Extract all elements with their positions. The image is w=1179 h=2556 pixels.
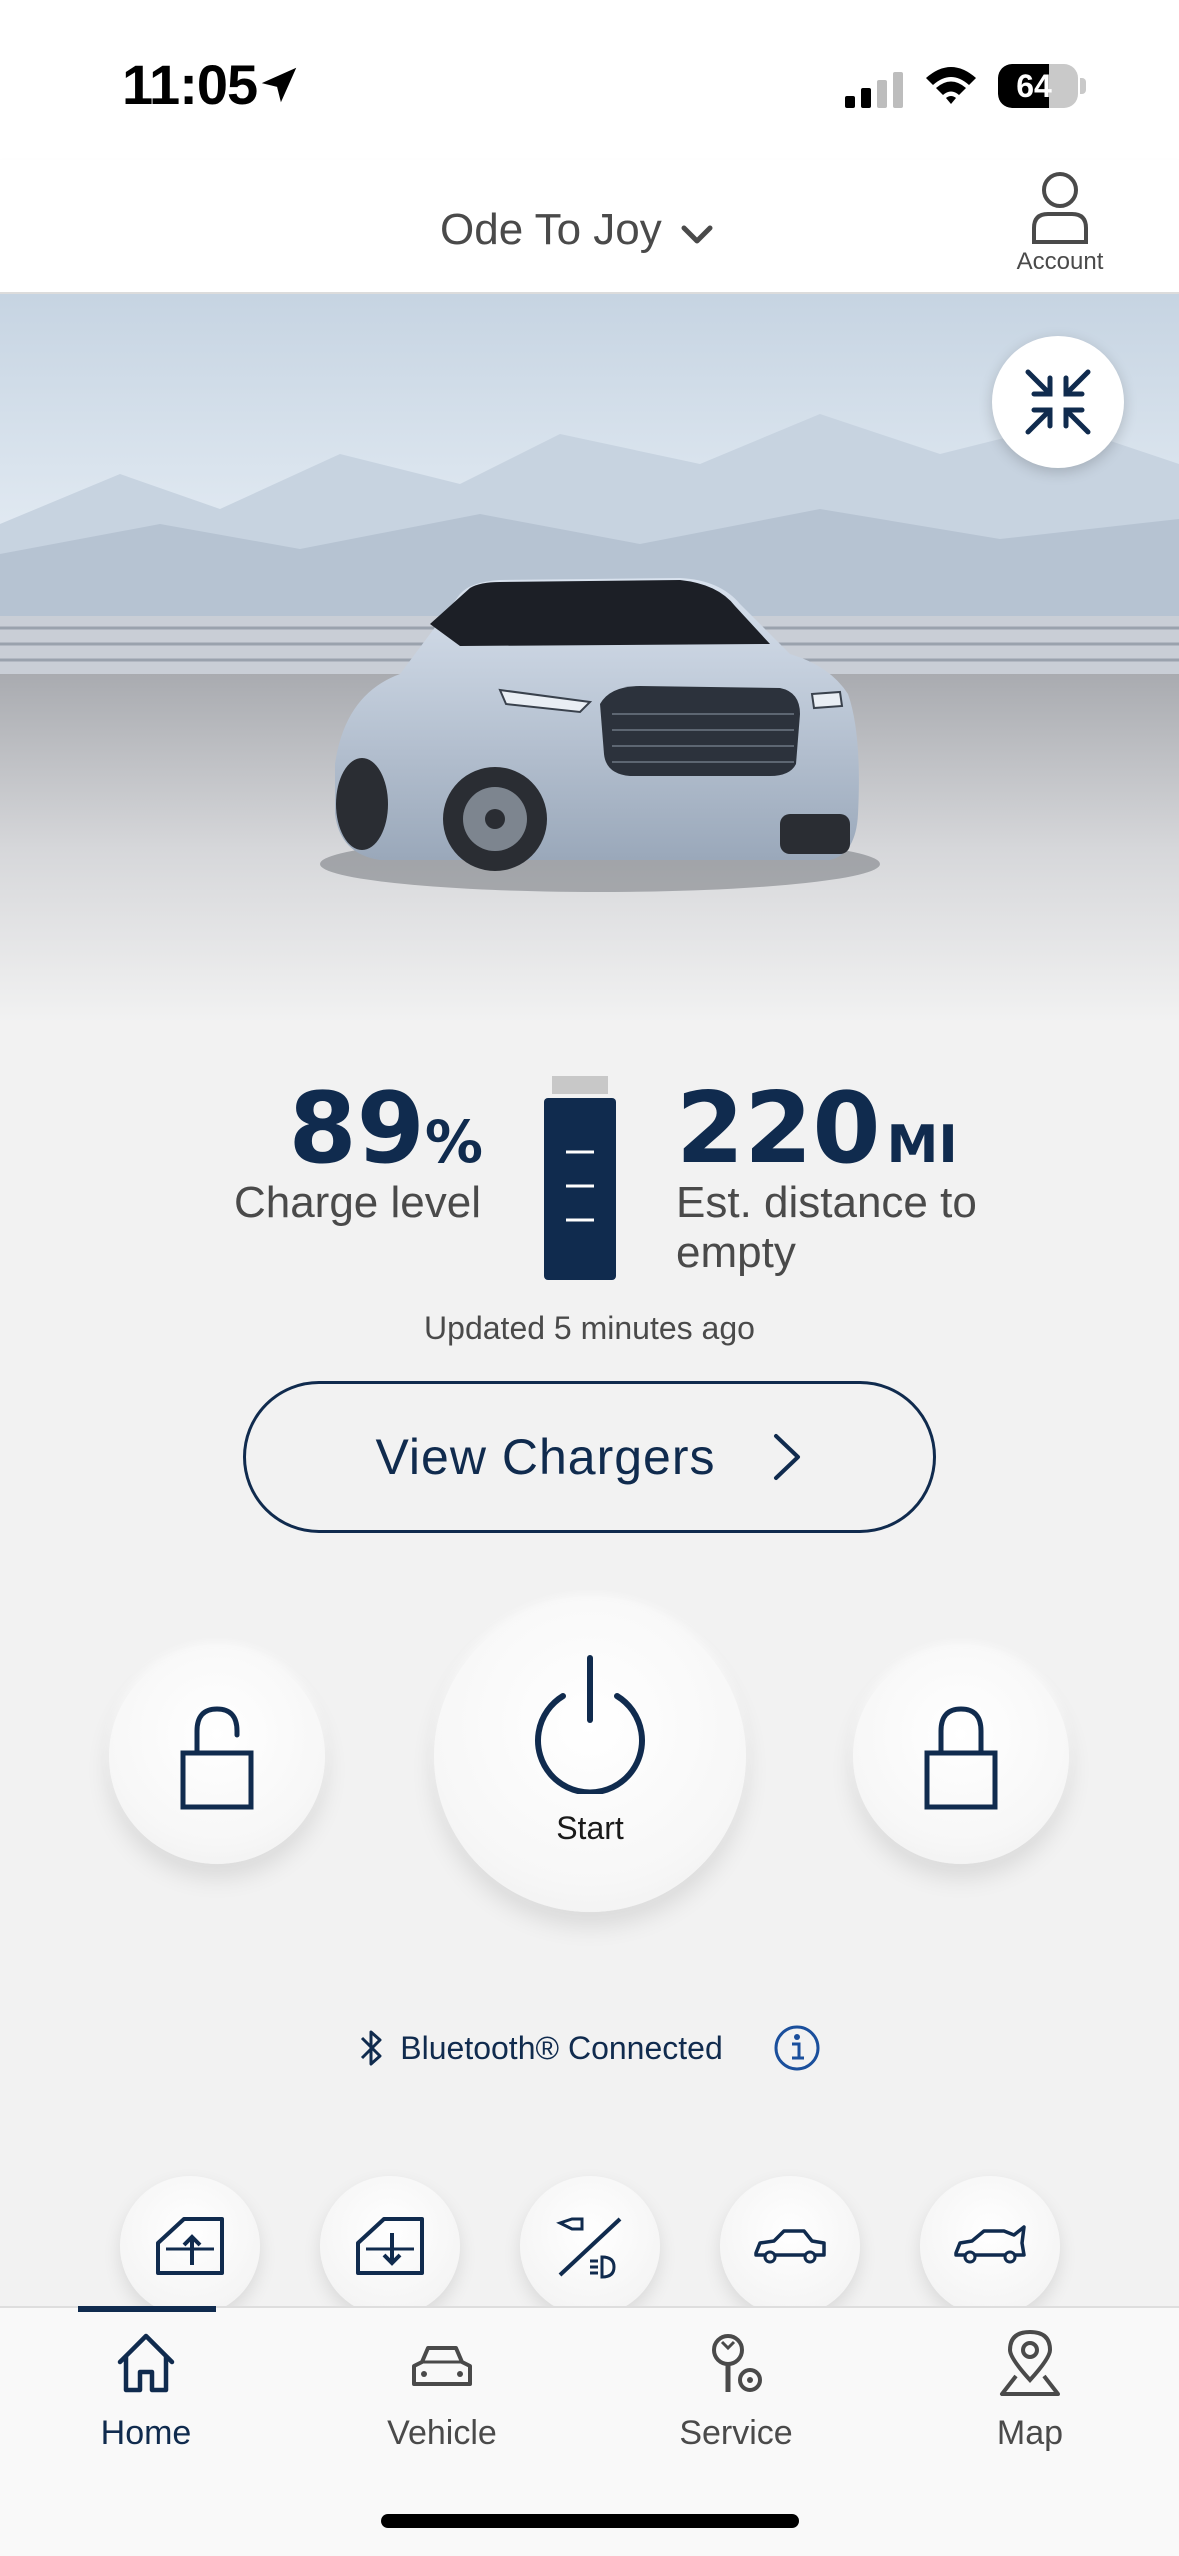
- window-up-icon: [156, 2217, 224, 2275]
- bluetooth-status-label: Bluetooth® Connected: [400, 2029, 723, 2066]
- lock-button[interactable]: [853, 1648, 1069, 1864]
- map-pin-icon: [1000, 2329, 1060, 2396]
- range-label: Est. distance to empty: [676, 1178, 977, 1277]
- service-icon: [712, 2334, 762, 2392]
- tab-map[interactable]: Map: [930, 2328, 1130, 2478]
- cellular-signal-icon: [845, 72, 903, 108]
- unlock-button[interactable]: [109, 1648, 325, 1864]
- range-unit: MI: [886, 1115, 958, 1175]
- account-label: Account: [1016, 248, 1104, 275]
- lock-icon: [924, 1706, 998, 1810]
- view-chargers-button[interactable]: View Chargers: [243, 1381, 936, 1533]
- battery-gauge-icon: [544, 1076, 616, 1280]
- frunk-button[interactable]: [920, 2176, 1060, 2316]
- account-icon: [1032, 172, 1088, 244]
- start-label: Start: [556, 1809, 624, 1846]
- chevron-right-icon: [773, 1434, 800, 1480]
- start-button[interactable]: Start: [434, 1600, 746, 1912]
- range-number: 220: [676, 1072, 881, 1186]
- tab-service[interactable]: Service: [636, 2328, 836, 2478]
- window-down-icon: [356, 2217, 424, 2275]
- charge-level-label: Charge level: [233, 1178, 481, 1227]
- tab-vehicle[interactable]: Vehicle: [342, 2328, 542, 2478]
- status-bar: 11:05 64: [0, 0, 1179, 160]
- chevron-down-icon: [681, 225, 713, 244]
- car-icon: [412, 2346, 472, 2386]
- tab-vehicle-label: Vehicle: [387, 2414, 497, 2452]
- location-arrow-icon: [261, 67, 297, 103]
- bluetooth-icon: [361, 2030, 382, 2066]
- view-chargers-label: View Chargers: [375, 1429, 716, 1485]
- tab-service-label: Service: [679, 2414, 793, 2452]
- battery-icon: 64: [998, 64, 1078, 108]
- account-button[interactable]: Account: [1000, 170, 1120, 285]
- charge-unit: %: [424, 1108, 483, 1176]
- info-icon[interactable]: [773, 2024, 821, 2072]
- window-up-button[interactable]: [120, 2176, 260, 2316]
- vehicle-selector[interactable]: Ode To Joy: [440, 200, 714, 260]
- bluetooth-status: Bluetooth® Connected: [0, 2020, 1179, 2076]
- home-indicator: [381, 2514, 799, 2528]
- battery-nub: [1080, 78, 1086, 94]
- battery-percent: 64: [1016, 68, 1052, 104]
- horn-lights-button[interactable]: [520, 2176, 660, 2316]
- unlock-icon: [180, 1706, 254, 1810]
- range-value: 220 MI: [676, 1080, 958, 1178]
- trunk-icon: [754, 2229, 826, 2264]
- updated-timestamp: Updated 5 minutes ago: [424, 1310, 755, 1346]
- window-down-button[interactable]: [320, 2176, 460, 2316]
- charge-number: 89: [288, 1072, 425, 1186]
- charge-level-value: 89%: [288, 1080, 483, 1178]
- collapse-button[interactable]: [992, 336, 1124, 468]
- home-icon: [117, 2333, 175, 2393]
- frunk-icon: [954, 2225, 1026, 2264]
- active-tab-indicator: [78, 2306, 216, 2312]
- power-icon: [535, 1654, 645, 1794]
- tab-home-label: Home: [100, 2414, 192, 2452]
- collapse-arrows-icon: [1025, 369, 1091, 435]
- wifi-icon: [926, 67, 976, 104]
- trunk-button[interactable]: [720, 2176, 860, 2316]
- quick-actions: [0, 2176, 1179, 2316]
- tab-map-label: Map: [996, 2414, 1064, 2452]
- vehicle-name: Ode To Joy: [440, 205, 662, 254]
- app-header: Ode To Joy Account: [0, 160, 1179, 294]
- status-time: 11:05: [122, 53, 258, 116]
- tab-home[interactable]: Home: [46, 2328, 246, 2478]
- horn-lights-icon: [556, 2217, 622, 2279]
